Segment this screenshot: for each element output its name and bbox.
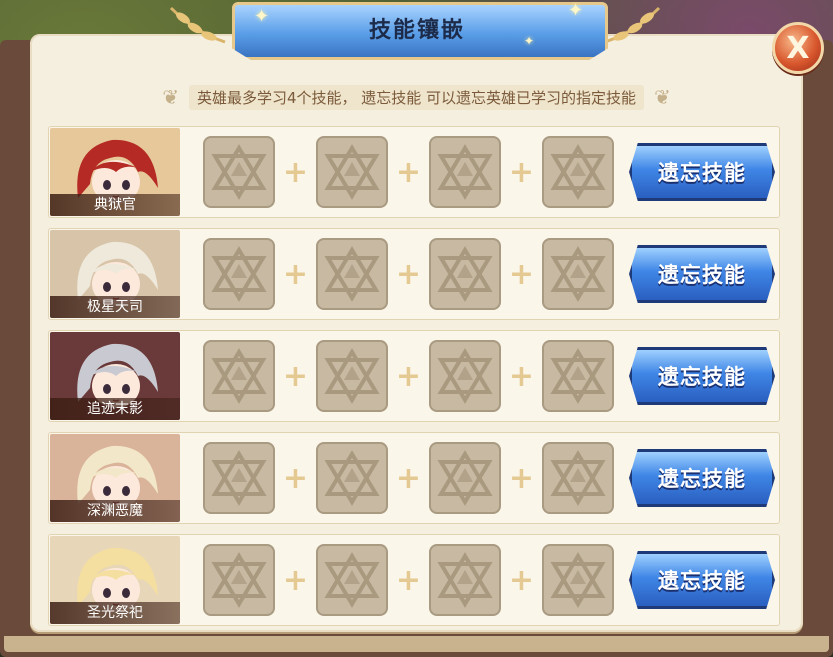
empty-skill-star-icon [211, 246, 267, 302]
skill-slots: + + + [203, 340, 614, 412]
plus-icon: + [282, 154, 309, 190]
empty-skill-star-icon [211, 552, 267, 608]
skill-slot[interactable] [542, 340, 614, 412]
empty-skill-star-icon [437, 552, 493, 608]
skill-slot[interactable] [316, 442, 388, 514]
plus-icon: + [282, 460, 309, 496]
plus-icon: + [395, 460, 422, 496]
skill-slots: + + + [203, 544, 614, 616]
hero-row: 极星天司 + + + 遗忘技能 [48, 228, 780, 320]
empty-skill-star-icon [324, 144, 380, 200]
hero-name: 追迹末影 [50, 398, 180, 420]
plus-icon: + [508, 562, 535, 598]
empty-skill-star-icon [211, 348, 267, 404]
empty-skill-star-icon [437, 246, 493, 302]
empty-skill-star-icon [437, 450, 493, 506]
forget-skill-button[interactable]: 遗忘技能 [629, 143, 775, 201]
laurel-left-icon [169, 6, 226, 44]
plus-icon: + [395, 562, 422, 598]
forget-skill-button[interactable]: 遗忘技能 [629, 347, 775, 405]
empty-skill-star-icon [211, 144, 267, 200]
empty-skill-star-icon [324, 450, 380, 506]
empty-skill-star-icon [324, 348, 380, 404]
hero-portrait[interactable]: 圣光祭祀 [50, 536, 180, 624]
empty-skill-star-icon [437, 348, 493, 404]
sparkle-icon: ✦ [254, 6, 270, 27]
page-title: 技能镶嵌 [368, 18, 465, 43]
forget-skill-button[interactable]: 遗忘技能 [629, 245, 775, 303]
hero-list: 典狱官 + + + 遗忘技能 极星天司 + + + 遗忘技能 追迹末影 + + … [48, 126, 780, 636]
hero-portrait[interactable]: 典狱官 [50, 128, 180, 216]
close-icon: X [786, 30, 810, 66]
hero-name: 典狱官 [50, 194, 180, 216]
close-button[interactable]: X [772, 22, 824, 74]
flourish-right-icon: ❦ [654, 85, 671, 109]
skill-slot[interactable] [542, 544, 614, 616]
hero-row: 圣光祭祀 + + + 遗忘技能 [48, 534, 780, 626]
hero-name: 极星天司 [50, 296, 180, 318]
empty-skill-star-icon [550, 144, 606, 200]
skill-slot[interactable] [203, 442, 275, 514]
empty-skill-star-icon [550, 246, 606, 302]
skill-slot[interactable] [316, 238, 388, 310]
plus-icon: + [282, 562, 309, 598]
skill-slots: + + + [203, 238, 614, 310]
flourish-left-icon: ❦ [162, 85, 179, 109]
skill-slot[interactable] [316, 136, 388, 208]
hero-row: 深渊恶魔 + + + 遗忘技能 [48, 432, 780, 524]
empty-skill-star-icon [211, 450, 267, 506]
skill-slots: + + + [203, 136, 614, 208]
plus-icon: + [508, 256, 535, 292]
skill-slots: + + + [203, 442, 614, 514]
skill-slot[interactable] [429, 136, 501, 208]
hero-row: 追迹末影 + + + 遗忘技能 [48, 330, 780, 422]
empty-skill-star-icon [324, 246, 380, 302]
plus-icon: + [282, 358, 309, 394]
skill-slot[interactable] [429, 238, 501, 310]
forget-skill-button[interactable]: 遗忘技能 [629, 449, 775, 507]
hero-row: 典狱官 + + + 遗忘技能 [48, 126, 780, 218]
hero-name: 深渊恶魔 [50, 500, 180, 522]
empty-skill-star-icon [550, 552, 606, 608]
hero-portrait[interactable]: 深渊恶魔 [50, 434, 180, 522]
skill-slot[interactable] [203, 136, 275, 208]
hero-portrait[interactable]: 极星天司 [50, 230, 180, 318]
empty-skill-star-icon [550, 348, 606, 404]
skill-slot[interactable] [542, 442, 614, 514]
skill-slot[interactable] [203, 340, 275, 412]
sparkle-icon: ✦ [568, 0, 584, 21]
plus-icon: + [395, 256, 422, 292]
skill-slot[interactable] [542, 238, 614, 310]
plus-icon: + [282, 256, 309, 292]
skill-slot[interactable] [429, 544, 501, 616]
skill-slot[interactable] [429, 442, 501, 514]
hint-text: 英雄最多学习4个技能， 遗忘技能 可以遗忘英雄已学习的指定技能 [188, 84, 645, 110]
forget-skill-button[interactable]: 遗忘技能 [629, 551, 775, 609]
plus-icon: + [508, 154, 535, 190]
empty-skill-star-icon [324, 552, 380, 608]
skill-slot[interactable] [316, 340, 388, 412]
skill-slot[interactable] [203, 238, 275, 310]
skill-slot[interactable] [203, 544, 275, 616]
skill-slot[interactable] [316, 544, 388, 616]
sparkle-icon: ✦ [524, 34, 535, 48]
empty-skill-star-icon [550, 450, 606, 506]
plus-icon: + [508, 460, 535, 496]
hint-bar: ❦ 英雄最多学习4个技能， 遗忘技能 可以遗忘英雄已学习的指定技能 ❦ [60, 84, 773, 110]
skill-slot[interactable] [429, 340, 501, 412]
laurel-right-icon [604, 6, 661, 44]
hero-portrait[interactable]: 追迹末影 [50, 332, 180, 420]
hero-name: 圣光祭祀 [50, 602, 180, 624]
plus-icon: + [508, 358, 535, 394]
skill-slot[interactable] [542, 136, 614, 208]
empty-skill-star-icon [437, 144, 493, 200]
plus-icon: + [395, 154, 422, 190]
plus-icon: + [395, 358, 422, 394]
